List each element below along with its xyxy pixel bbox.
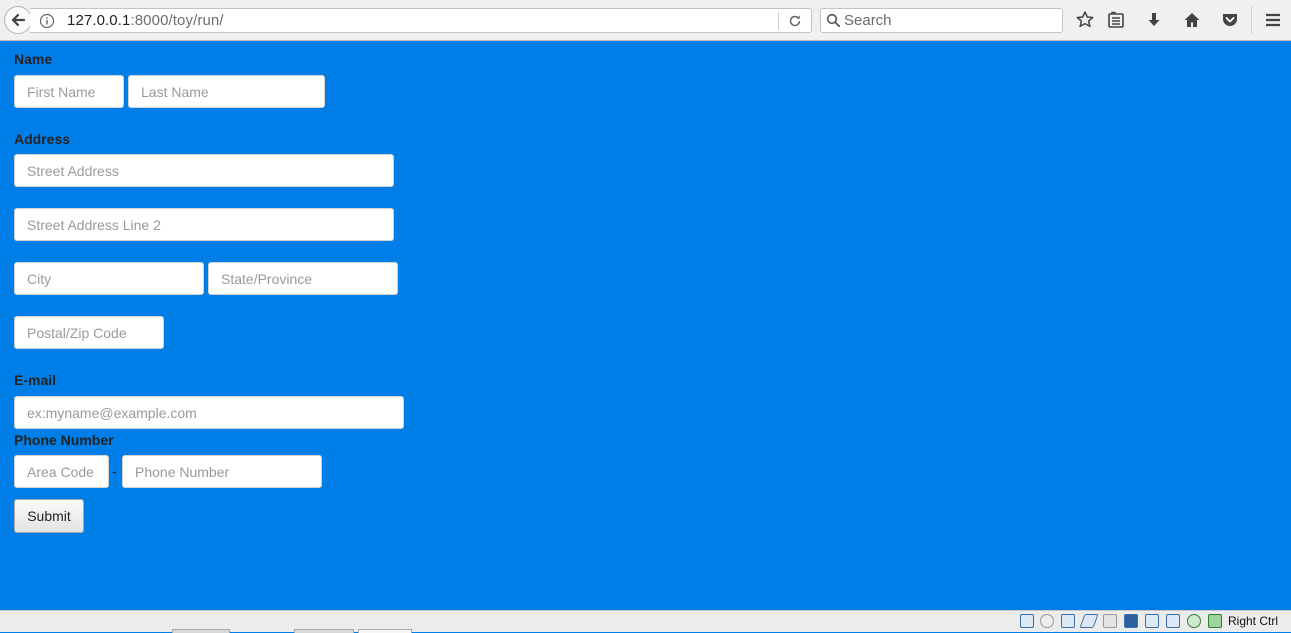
taskbar-tab[interactable] bbox=[358, 629, 412, 633]
browser-toolbar: 127.0.0.1:8000/toy/run/ Search bbox=[0, 0, 1291, 41]
postal-zip-input[interactable] bbox=[14, 316, 164, 349]
taskbar-tab[interactable] bbox=[294, 629, 354, 633]
usb-icon[interactable] bbox=[1079, 614, 1099, 628]
first-name-input[interactable] bbox=[14, 75, 124, 108]
network-icon[interactable] bbox=[1061, 614, 1075, 628]
submit-button[interactable]: Submit bbox=[14, 499, 84, 533]
taskbar-strip bbox=[0, 629, 1020, 633]
cpu-icon[interactable] bbox=[1166, 614, 1180, 628]
phone-number-input[interactable] bbox=[122, 455, 322, 488]
vm-status-bar: Right Ctrl bbox=[0, 610, 1291, 633]
info-icon[interactable] bbox=[39, 13, 55, 29]
arrow-left-icon bbox=[11, 13, 26, 27]
mouse-integration-icon[interactable] bbox=[1187, 614, 1201, 628]
pocket-icon[interactable] bbox=[1220, 10, 1240, 30]
host-key-label: Right Ctrl bbox=[1228, 614, 1279, 628]
search-icon bbox=[826, 13, 841, 28]
hard-disk-icon[interactable] bbox=[1020, 614, 1034, 628]
url-divider bbox=[778, 12, 779, 30]
city-input[interactable] bbox=[14, 262, 204, 295]
search-bar[interactable]: Search bbox=[820, 8, 1063, 33]
home-icon[interactable] bbox=[1182, 10, 1202, 30]
keyboard-capture-icon[interactable] bbox=[1208, 614, 1222, 628]
url-host: 127.0.0.1 bbox=[67, 12, 131, 29]
url-text[interactable]: 127.0.0.1:8000/toy/run/ bbox=[67, 12, 224, 29]
reload-icon[interactable] bbox=[787, 13, 803, 29]
back-button[interactable] bbox=[4, 6, 32, 34]
email-label: E-mail bbox=[14, 372, 57, 388]
search-placeholder: Search bbox=[844, 12, 892, 29]
phone-separator: - bbox=[112, 463, 117, 479]
state-province-input[interactable] bbox=[208, 262, 398, 295]
reading-list-icon[interactable] bbox=[1106, 10, 1126, 30]
menu-icon[interactable] bbox=[1263, 10, 1283, 30]
bookmark-star-icon[interactable] bbox=[1075, 10, 1095, 30]
address-label: Address bbox=[14, 131, 71, 147]
display-icon[interactable] bbox=[1124, 614, 1138, 628]
optical-drive-icon[interactable] bbox=[1040, 614, 1054, 628]
url-bar[interactable]: 127.0.0.1:8000/toy/run/ bbox=[30, 8, 812, 33]
name-label: Name bbox=[14, 51, 53, 67]
street-address-input[interactable] bbox=[14, 154, 394, 187]
last-name-input[interactable] bbox=[128, 75, 325, 108]
taskbar-tab[interactable] bbox=[172, 629, 230, 633]
screen-capture-icon[interactable] bbox=[1145, 614, 1159, 628]
url-path: :8000/toy/run/ bbox=[130, 12, 224, 29]
phone-label: Phone Number bbox=[14, 432, 114, 448]
toolbar-divider bbox=[1251, 6, 1252, 34]
download-icon[interactable] bbox=[1144, 10, 1164, 30]
street-address-line2-input[interactable] bbox=[14, 208, 394, 241]
shared-folder-icon[interactable] bbox=[1103, 614, 1117, 628]
area-code-input[interactable] bbox=[14, 455, 109, 488]
email-input[interactable] bbox=[14, 396, 404, 429]
